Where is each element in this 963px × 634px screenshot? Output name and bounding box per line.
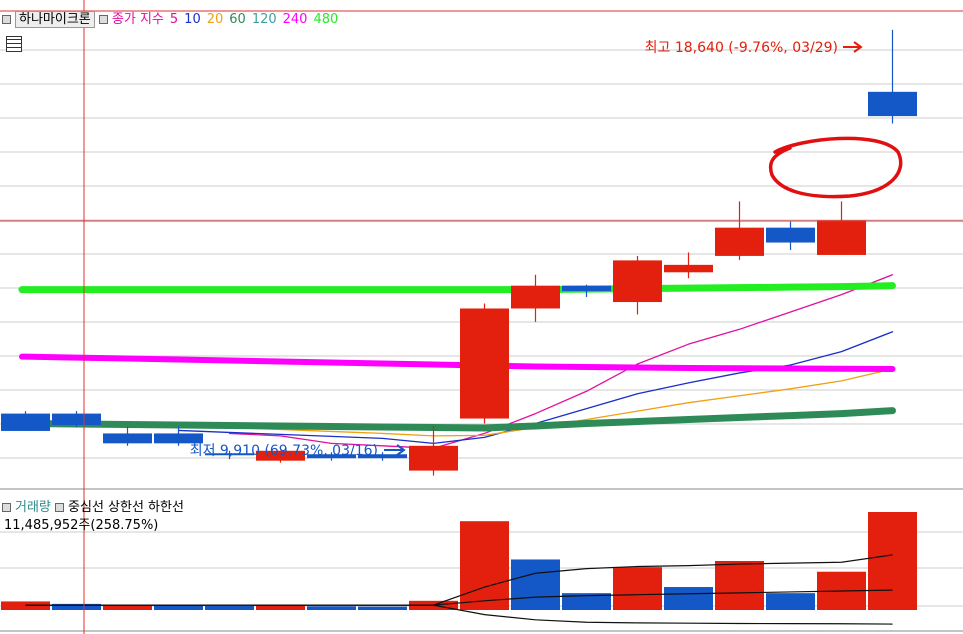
volume-bar: [103, 605, 152, 610]
ma-line-60: [18, 407, 896, 432]
volume-indicators[interactable]: 중심선 상한선 하한선: [68, 500, 184, 515]
volume-bar: [205, 606, 254, 610]
volume-info: 11,485,952주(258.75%): [4, 518, 159, 533]
volume-chart-header: 거래량 중심선 상한선 하한선: [2, 496, 184, 515]
candle-down: [52, 413, 101, 425]
candle-down: [154, 433, 203, 444]
ma-period-60: 60: [229, 12, 246, 27]
candle-up: [460, 308, 509, 419]
candle-down: [562, 285, 611, 292]
ma-period-120: 120: [251, 12, 277, 27]
ma-period-5: 5: [169, 12, 179, 27]
ma-period-240: 240: [282, 12, 308, 27]
volume-bar: [256, 605, 305, 610]
volume-bar: [868, 512, 917, 610]
price-chart-header: 하나마이크론 종가 지수 5 10 20 60 120 240 480: [2, 8, 344, 28]
volume-bar: [358, 606, 407, 610]
volume-bar: [307, 606, 356, 610]
volume-bar: [613, 567, 662, 610]
panel-square-icon[interactable]: [55, 503, 65, 512]
panel-square-icon[interactable]: [2, 15, 11, 24]
hand-drawn-circle: [768, 136, 903, 199]
ma-line-480: [18, 282, 896, 294]
ma-legend: 종가 지수 5 10 20 60 120 240 480: [112, 12, 344, 27]
ma-period-480: 480: [313, 12, 339, 27]
candle-up: [664, 264, 713, 273]
volume-bar: [460, 521, 509, 610]
candle-down: [766, 227, 815, 243]
volume-bar: [1, 601, 50, 610]
candle-up: [613, 260, 662, 303]
volume-title[interactable]: 거래량: [15, 500, 51, 515]
volume-bar: [715, 561, 764, 610]
calendar-grid-icon[interactable]: [6, 36, 22, 52]
candle-up: [409, 445, 458, 471]
chart-canvas[interactable]: 최고 18,640 (-9.76%, 03/29) 최저 9,910 (69.73…: [0, 0, 963, 634]
candle-down: [1, 413, 50, 431]
high-price-annotation: 최고 18,640 (-9.76%, 03/29): [645, 40, 838, 56]
candle-down: [103, 433, 152, 444]
volume-bar: [511, 559, 560, 610]
ma-title: 종가 지수: [111, 12, 164, 27]
candle-down: [868, 91, 917, 117]
stock-name-label[interactable]: 하나마이크론: [15, 11, 95, 28]
candle-up: [817, 220, 866, 255]
candle-up: [511, 285, 560, 309]
candle-up: [715, 227, 764, 256]
volume-bar: [664, 587, 713, 610]
low-price-annotation: 최저 9,910 (69.73%, 03/16): [190, 443, 378, 459]
panel-square-icon[interactable]: [98, 15, 108, 24]
ma-period-20: 20: [206, 12, 224, 27]
panel-square-icon[interactable]: [2, 503, 11, 512]
ma-period-10: 10: [184, 12, 201, 27]
ma-line-240: [19, 353, 896, 372]
volume-bar: [766, 593, 815, 610]
